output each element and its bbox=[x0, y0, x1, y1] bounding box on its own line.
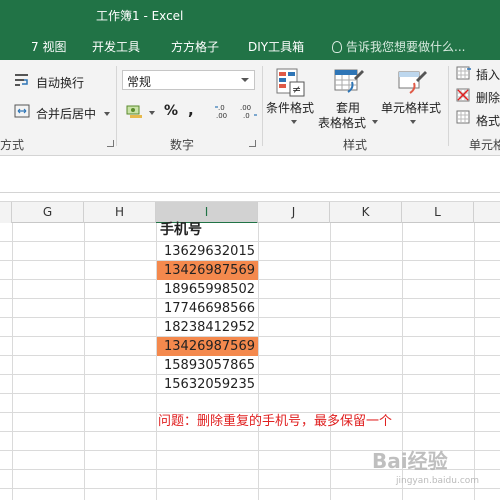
grid-line bbox=[0, 488, 500, 489]
watermark-url: jingyan.baidu.com bbox=[396, 476, 480, 486]
phone-cell-duplicate[interactable]: 13426987569 bbox=[157, 337, 258, 356]
number-format-select[interactable]: 常规 bbox=[122, 70, 255, 90]
cell-styles-button[interactable]: 单元格样式 bbox=[381, 99, 441, 116]
grid-line bbox=[84, 223, 85, 500]
svg-text:.00: .00 bbox=[216, 112, 227, 119]
title-bar: 工作簿1 - Excel bbox=[0, 0, 500, 30]
styles-group-label: 样式 bbox=[343, 138, 368, 152]
conditional-format-button[interactable]: 条件格式 bbox=[266, 99, 314, 116]
grid-line bbox=[0, 431, 500, 432]
grid-line bbox=[258, 223, 259, 500]
tab-diy-toolbox[interactable]: DIY工具箱 bbox=[248, 38, 304, 55]
lightbulb-icon bbox=[332, 41, 342, 53]
decrease-decimal-icon[interactable]: .00 .0 bbox=[238, 103, 258, 119]
ribbon-tab-bar: 7 视图 开发工具 方方格子 DIY工具箱 告诉我您想要做什么... bbox=[0, 30, 500, 60]
wrap-text-button[interactable]: 自动换行 bbox=[36, 74, 84, 91]
column-headers: G H I J K L bbox=[0, 201, 500, 224]
column-header-k[interactable]: K bbox=[330, 202, 402, 224]
format-cells-icon bbox=[456, 110, 470, 124]
number-group-label: 数字 bbox=[170, 138, 195, 152]
ribbon: 自动换行 合并后居中 方式 常规 % , .0 .00 .00 .0 数字 ≠ … bbox=[0, 60, 500, 156]
ribbon-separator bbox=[448, 66, 449, 146]
tab-view[interactable]: 7 视图 bbox=[31, 38, 66, 55]
ribbon-separator bbox=[116, 66, 117, 146]
accounting-dropdown-icon[interactable] bbox=[149, 111, 155, 115]
comma-style-button[interactable]: , bbox=[188, 101, 194, 119]
chevron-down-icon[interactable] bbox=[291, 120, 297, 124]
window-title: 工作簿1 - Excel bbox=[96, 9, 184, 23]
increase-decimal-icon[interactable]: .0 .00 bbox=[214, 103, 234, 119]
column-header-h[interactable]: H bbox=[84, 202, 156, 224]
svg-text:≠: ≠ bbox=[292, 83, 301, 96]
phone-header-cell[interactable]: 手机号 bbox=[157, 221, 257, 240]
grid-line bbox=[474, 223, 475, 500]
tab-developer[interactable]: 开发工具 bbox=[92, 38, 140, 55]
merge-center-button[interactable]: 合并后居中 bbox=[36, 105, 96, 122]
formula-bar-area bbox=[0, 157, 500, 193]
column-header-j[interactable]: J bbox=[258, 202, 330, 224]
format-as-table-button[interactable]: 表格格式 bbox=[318, 114, 366, 131]
question-text: 问题：删除重复的手机号，最多保留一个 bbox=[158, 414, 393, 429]
percent-style-button[interactable]: % bbox=[164, 103, 178, 119]
phone-cell[interactable]: 18238412952 bbox=[157, 318, 258, 337]
grid-line bbox=[12, 223, 13, 500]
row-header-corner[interactable] bbox=[0, 202, 12, 224]
merge-center-icon bbox=[14, 104, 30, 118]
cells-group-label: 单元格 bbox=[469, 138, 500, 152]
tell-me-text: 告诉我您想要做什么... bbox=[346, 40, 466, 54]
cell-styles-icon bbox=[398, 71, 427, 94]
chevron-down-icon[interactable] bbox=[410, 120, 416, 124]
alignment-dialog-launcher-icon[interactable] bbox=[107, 140, 114, 147]
chevron-down-icon[interactable] bbox=[372, 120, 378, 124]
phone-cell[interactable]: 13629632015 bbox=[157, 242, 258, 261]
divider bbox=[0, 192, 500, 193]
delete-cells-button[interactable]: 删除 bbox=[476, 89, 500, 106]
grid-line bbox=[330, 223, 331, 500]
column-header-g[interactable]: G bbox=[12, 202, 84, 224]
ribbon-separator bbox=[262, 66, 263, 146]
phone-cell-duplicate[interactable]: 13426987569 bbox=[157, 261, 258, 280]
number-format-value: 常规 bbox=[127, 75, 152, 89]
format-cells-button[interactable]: 格式 bbox=[476, 112, 500, 129]
svg-text:.00: .00 bbox=[240, 104, 251, 112]
phone-cell[interactable]: 17746698566 bbox=[157, 299, 258, 318]
format-as-table-icon bbox=[334, 69, 364, 93]
delete-cells-icon bbox=[456, 88, 470, 102]
wrap-text-icon bbox=[15, 74, 28, 86]
chevron-down-icon bbox=[241, 78, 249, 82]
svg-text:.0: .0 bbox=[218, 104, 225, 112]
tab-fangfange[interactable]: 方方格子 bbox=[171, 38, 219, 55]
merge-dropdown-icon[interactable] bbox=[104, 112, 110, 116]
svg-text:.0: .0 bbox=[243, 112, 250, 119]
conditional-format-icon: ≠ bbox=[276, 68, 305, 97]
alignment-group-label: 方式 bbox=[0, 138, 25, 152]
tell-me-box[interactable]: 告诉我您想要做什么... bbox=[332, 38, 465, 55]
insert-cells-button[interactable]: 插入 bbox=[476, 66, 500, 83]
accounting-format-icon[interactable] bbox=[126, 103, 144, 119]
phone-cell[interactable]: 18965998502 bbox=[157, 280, 258, 299]
column-header-l[interactable]: L bbox=[402, 202, 474, 224]
watermark-logo: Bai经验 bbox=[372, 449, 448, 473]
phone-cell[interactable]: 15632059235 bbox=[157, 375, 258, 394]
number-dialog-launcher-icon[interactable] bbox=[249, 140, 256, 147]
phone-cell[interactable]: 15893057865 bbox=[157, 356, 258, 375]
insert-cells-icon bbox=[456, 66, 471, 80]
